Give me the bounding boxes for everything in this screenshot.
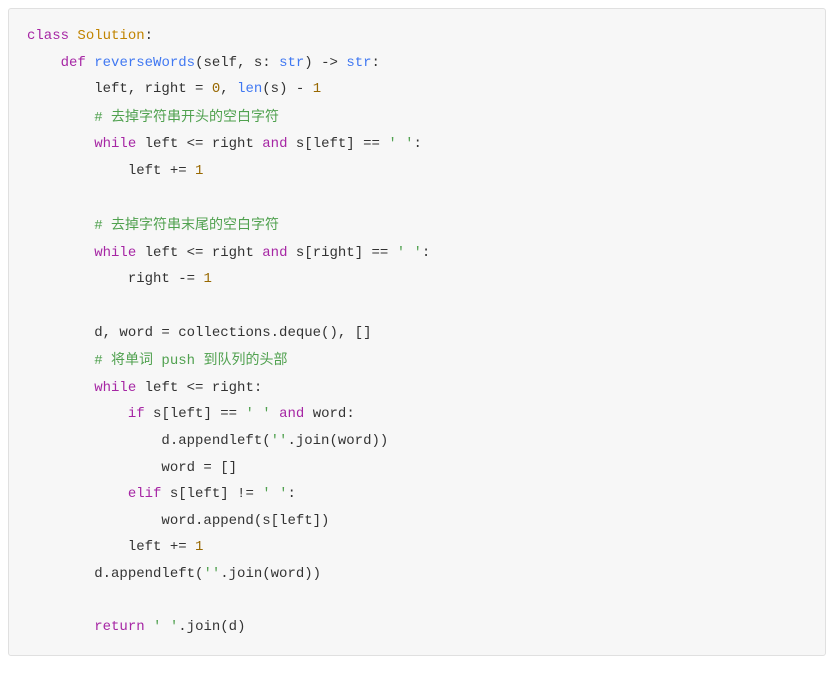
vars: left, right = — [94, 81, 212, 97]
stmt: left += — [128, 539, 195, 555]
kw-while: while — [94, 136, 136, 152]
str-lit: '' — [271, 433, 288, 449]
code-line: while left <= right: — [27, 375, 807, 402]
kw-and: and — [262, 136, 287, 152]
blank-line — [27, 185, 807, 212]
num: 0 — [212, 81, 220, 97]
num: 1 — [203, 271, 211, 287]
str-lit: ' ' — [397, 245, 422, 261]
comment-text: 将单词 — [111, 351, 153, 367]
expr: s[left] == — [145, 406, 246, 422]
kw-while: while — [94, 380, 136, 396]
stmt: word.append(s[left]) — [161, 513, 329, 529]
stmt: .join(word)) — [220, 566, 321, 582]
code-line: while left <= right and s[left] == ' ': — [27, 131, 807, 158]
code-line: d.appendleft(''.join(word)) — [27, 428, 807, 455]
comment-text: 到队列的头部 — [203, 351, 287, 367]
comment-text: 去掉字符串开头的空白字符 — [111, 108, 279, 124]
code-line: word.append(s[left]) — [27, 508, 807, 535]
code-line: left += 1 — [27, 534, 807, 561]
comment-hash: # — [94, 353, 111, 369]
colon: : — [422, 245, 430, 261]
code-line: def reverseWords(self, s: str) -> str: — [27, 50, 807, 77]
code-line: while left <= right and s[right] == ' ': — [27, 240, 807, 267]
code-line: # 将单词 push 到队列的头部 — [27, 346, 807, 375]
expr: s[left] == — [287, 136, 388, 152]
code-line: # 去掉字符串开头的空白字符 — [27, 103, 807, 132]
code-line: return ' '.join(d) — [27, 614, 807, 641]
code-block: class Solution: def reverseWords(self, s… — [8, 8, 826, 656]
comment-hash: # — [94, 218, 111, 234]
expr: s[right] == — [287, 245, 396, 261]
kw-and: and — [262, 245, 287, 261]
stmt: word = [] — [161, 460, 237, 476]
expr: left <= right — [136, 136, 262, 152]
tail: .join(d) — [178, 619, 245, 635]
expr: word: — [304, 406, 354, 422]
comma: , — [220, 81, 237, 97]
sig: ) -> — [304, 55, 346, 71]
expr: left <= right: — [136, 380, 262, 396]
stmt: d.appendleft( — [161, 433, 270, 449]
str-lit: '' — [203, 566, 220, 582]
code-line: right -= 1 — [27, 266, 807, 293]
builtin-len: len — [237, 81, 262, 97]
str-lit: ' ' — [153, 619, 178, 635]
code-line: d.appendleft(''.join(word)) — [27, 561, 807, 588]
code-line: class Solution: — [27, 23, 807, 50]
comment-hash: # — [94, 110, 111, 126]
stmt: d, word = collections.deque(), [] — [94, 325, 371, 341]
colon: : — [372, 55, 380, 71]
kw-def: def — [61, 55, 86, 71]
colon: : — [287, 486, 295, 502]
comment-text: 去掉字符串末尾的空白字符 — [111, 216, 279, 232]
stmt: .join(word)) — [287, 433, 388, 449]
stmt: right -= — [128, 271, 204, 287]
kw-return: return — [94, 619, 144, 635]
type-str: str — [279, 55, 304, 71]
kw-while: while — [94, 245, 136, 261]
blank-line — [27, 587, 807, 614]
ret-type: str — [346, 55, 371, 71]
str-lit: ' ' — [262, 486, 287, 502]
class-name: Solution — [77, 28, 144, 44]
func-name: reverseWords — [94, 55, 195, 71]
code-line: word = [] — [27, 455, 807, 482]
sig: (self, s: — [195, 55, 279, 71]
kw-and: and — [279, 406, 304, 422]
code-line: # 去掉字符串末尾的空白字符 — [27, 211, 807, 240]
tail: (s) - — [262, 81, 312, 97]
str-lit: ' ' — [245, 406, 270, 422]
num: 1 — [195, 163, 203, 179]
sp — [145, 619, 153, 635]
colon: : — [414, 136, 422, 152]
code-line: d, word = collections.deque(), [] — [27, 320, 807, 347]
blank-line — [27, 293, 807, 320]
stmt: left += — [128, 163, 195, 179]
num: 1 — [195, 539, 203, 555]
num: 1 — [313, 81, 321, 97]
code-line: elif s[left] != ' ': — [27, 481, 807, 508]
comment-text: push — [153, 353, 203, 369]
code-line: left += 1 — [27, 158, 807, 185]
expr: left <= right — [136, 245, 262, 261]
str-lit: ' ' — [388, 136, 413, 152]
kw-class: class — [27, 28, 69, 44]
code-line: if s[left] == ' ' and word: — [27, 401, 807, 428]
expr: s[left] != — [161, 486, 262, 502]
colon: : — [145, 28, 153, 44]
stmt: d.appendleft( — [94, 566, 203, 582]
kw-if: if — [128, 406, 145, 422]
kw-elif: elif — [128, 486, 162, 502]
sp — [271, 406, 279, 422]
code-line: left, right = 0, len(s) - 1 — [27, 76, 807, 103]
